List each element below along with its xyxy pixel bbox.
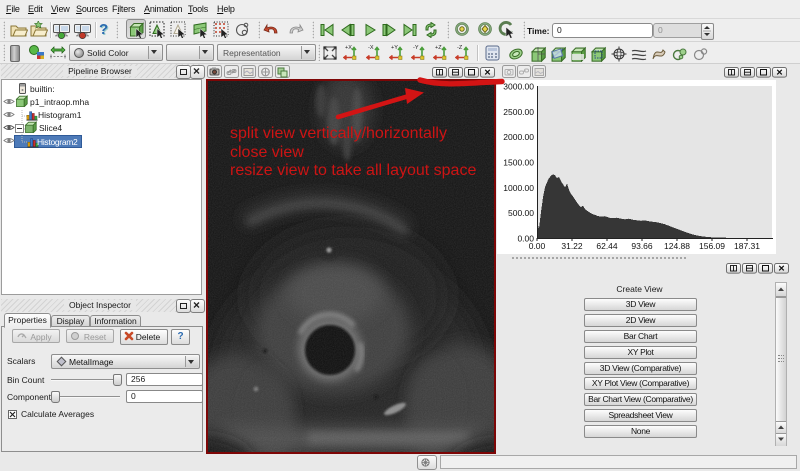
svg-text:62.44: 62.44 (596, 241, 618, 251)
svg-text:156.09: 156.09 (699, 241, 725, 251)
svg-text:+Z: +Z (435, 45, 442, 51)
svg-text:31.22: 31.22 (561, 241, 583, 251)
svg-text:0.00: 0.00 (529, 241, 546, 251)
svg-text:-Y: -Y (413, 45, 419, 51)
svg-text:93.66: 93.66 (631, 241, 653, 251)
svg-text:-X: -X (368, 45, 374, 51)
svg-text:+Y: +Y (391, 45, 398, 51)
svg-text:1000.00: 1000.00 (503, 183, 534, 193)
svg-text:1500.00: 1500.00 (503, 158, 534, 168)
svg-text:2500.00: 2500.00 (503, 107, 534, 117)
svg-text:124.88: 124.88 (664, 241, 690, 251)
svg-text:3000.00: 3000.00 (503, 82, 534, 92)
svg-text:500.00: 500.00 (508, 208, 534, 218)
svg-text:+X: +X (345, 45, 352, 51)
svg-text:2000.00: 2000.00 (503, 132, 534, 142)
svg-text:-Z: -Z (457, 45, 463, 51)
svg-text:187.31: 187.31 (734, 241, 760, 251)
